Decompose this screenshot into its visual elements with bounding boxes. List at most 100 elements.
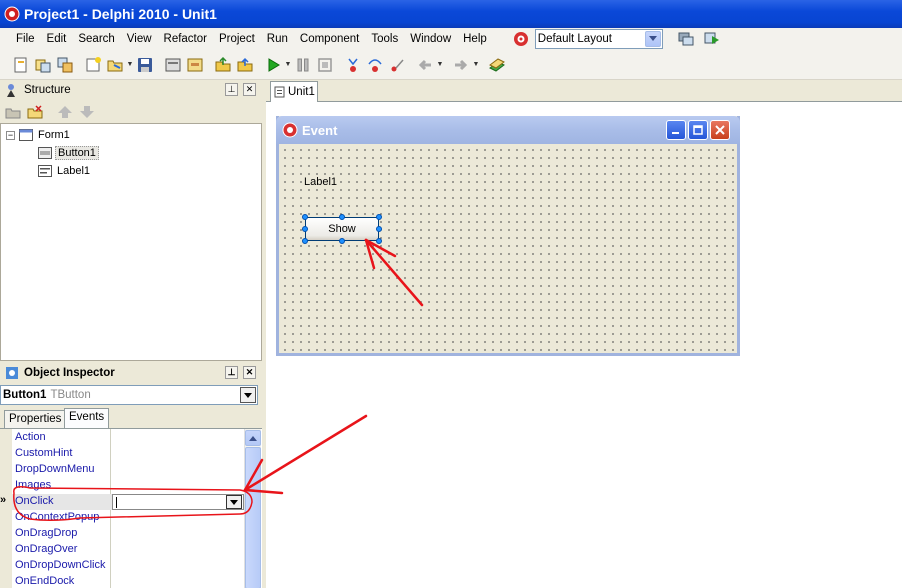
- event-row-dropdownmenu[interactable]: DropDownMenu: [12, 462, 244, 478]
- resize-handle[interactable]: [302, 214, 308, 220]
- resize-handle[interactable]: [302, 238, 308, 244]
- menu-view[interactable]: View: [121, 29, 158, 49]
- event-row-onenddock[interactable]: OnEndDock: [12, 574, 244, 588]
- tree-node-label1[interactable]: Label1: [38, 163, 92, 179]
- event-row-onclick[interactable]: OnClick: [12, 494, 244, 510]
- close-icon[interactable]: ✕: [243, 83, 256, 96]
- remove-from-project-icon[interactable]: [184, 54, 206, 76]
- project-manager-icon[interactable]: [162, 54, 184, 76]
- save-desktop-icon[interactable]: [677, 30, 695, 48]
- event-name: Images: [15, 479, 52, 491]
- menu-component[interactable]: Component: [294, 29, 365, 49]
- component-selector[interactable]: Button1 TButton: [0, 385, 258, 405]
- form-design-surface[interactable]: Label1 Show: [279, 144, 737, 353]
- close-icon[interactable]: ✕: [243, 366, 256, 379]
- close-icon[interactable]: [710, 120, 730, 140]
- tab-events[interactable]: Events: [64, 408, 110, 428]
- collapse-icon[interactable]: −: [6, 130, 15, 140]
- pin-icon[interactable]: ⊥: [225, 366, 238, 379]
- event-row-customhint[interactable]: CustomHint: [12, 446, 244, 462]
- add-to-project-icon[interactable]: [212, 54, 234, 76]
- maximize-icon[interactable]: [688, 120, 708, 140]
- save-icon[interactable]: [134, 54, 156, 76]
- form-label1[interactable]: Label1: [303, 176, 339, 188]
- open-project-icon[interactable]: [32, 54, 54, 76]
- inspector-tabs: Properties Events: [0, 408, 262, 428]
- trace-into-icon[interactable]: [342, 54, 364, 76]
- event-row-images[interactable]: Images: [12, 478, 244, 494]
- tree-node-label: Button1: [55, 146, 99, 160]
- delete-icon[interactable]: [24, 103, 46, 121]
- menu-tools[interactable]: Tools: [365, 29, 404, 49]
- resize-handle[interactable]: [376, 226, 382, 232]
- set-debug-desktop-icon[interactable]: [703, 30, 721, 48]
- new-folder-icon[interactable]: [2, 103, 24, 121]
- chevron-down-icon[interactable]: [644, 31, 661, 47]
- structure-header: Structure ⊥ ✕: [0, 80, 262, 100]
- forward-arrow-icon[interactable]: [450, 54, 472, 76]
- event-name: OnClick: [15, 495, 54, 507]
- event-row-ondropdownclick[interactable]: OnDropDownClick: [12, 558, 244, 574]
- chevron-down-icon[interactable]: ▼: [472, 61, 480, 68]
- run-icon[interactable]: [262, 54, 284, 76]
- window-titlebar[interactable]: Project1 - Delphi 2010 - Unit1: [0, 0, 902, 28]
- tab-properties[interactable]: Properties: [4, 410, 67, 428]
- tab-unit1[interactable]: Unit1: [270, 81, 318, 102]
- resize-handle[interactable]: [339, 238, 345, 244]
- move-down-icon[interactable]: [76, 103, 98, 121]
- stop-icon[interactable]: [314, 54, 336, 76]
- tree-node-label: Form1: [38, 129, 70, 141]
- form-icon: [19, 129, 33, 141]
- menu-file[interactable]: File: [10, 29, 41, 49]
- event-row-action[interactable]: Action: [12, 430, 244, 446]
- resize-handle[interactable]: [376, 214, 382, 220]
- back-arrow-icon[interactable]: [414, 54, 436, 76]
- text-caret: [116, 497, 117, 508]
- event-row-ondragover[interactable]: OnDragOver: [12, 542, 244, 558]
- resize-handle[interactable]: [302, 226, 308, 232]
- run-to-cursor-icon[interactable]: [386, 54, 408, 76]
- tree-node-button1[interactable]: Button1: [38, 145, 99, 161]
- form-titlebar[interactable]: Event: [276, 116, 740, 144]
- delphi-logo-icon: [282, 122, 298, 138]
- help-globe-icon[interactable]: [513, 31, 529, 47]
- menu-refactor[interactable]: Refactor: [158, 29, 213, 49]
- grid-scrollbar[interactable]: [244, 429, 261, 588]
- scroll-up-icon[interactable]: [245, 430, 261, 446]
- save-all-icon[interactable]: [54, 54, 76, 76]
- resize-handle[interactable]: [339, 214, 345, 220]
- event-row-oncontextpopup[interactable]: OnContextPopup: [12, 510, 244, 526]
- designer-form[interactable]: Event Label1 Show: [276, 116, 740, 356]
- scroll-thumb[interactable]: [245, 447, 261, 588]
- structure-title: Structure: [24, 84, 71, 96]
- pause-icon[interactable]: [292, 54, 314, 76]
- chevron-down-icon[interactable]: ▼: [284, 61, 292, 68]
- structure-toolbar: [0, 102, 262, 122]
- new-form-icon[interactable]: [82, 54, 104, 76]
- event-row-ondragdrop[interactable]: OnDragDrop: [12, 526, 244, 542]
- menu-edit[interactable]: Edit: [41, 29, 73, 49]
- component-name: Button1: [3, 389, 47, 401]
- resize-handle[interactable]: [376, 238, 382, 244]
- chevron-down-icon[interactable]: ▼: [126, 61, 134, 68]
- menu-help[interactable]: Help: [457, 29, 493, 49]
- minimize-icon[interactable]: [666, 120, 686, 140]
- move-up-icon[interactable]: [54, 103, 76, 121]
- tree-node-form1[interactable]: − Form1: [6, 127, 72, 143]
- chevron-down-icon[interactable]: ▼: [436, 61, 444, 68]
- chevron-down-icon[interactable]: [226, 495, 242, 509]
- toggle-form-unit-icon[interactable]: [234, 54, 256, 76]
- pin-icon[interactable]: ⊥: [225, 83, 238, 96]
- chevron-down-icon[interactable]: [240, 387, 256, 403]
- menu-project[interactable]: Project: [213, 29, 261, 49]
- menu-window[interactable]: Window: [404, 29, 457, 49]
- menu-search[interactable]: Search: [72, 29, 120, 49]
- new-items-icon[interactable]: [10, 54, 32, 76]
- main-toolbar: ▼ ▼ ▼ ▼: [0, 50, 902, 80]
- menu-run[interactable]: Run: [261, 29, 294, 49]
- step-over-icon[interactable]: [364, 54, 386, 76]
- onclick-value-input[interactable]: [112, 494, 244, 510]
- help-book-icon[interactable]: [486, 54, 508, 76]
- open-file-icon[interactable]: [104, 54, 126, 76]
- layout-combo[interactable]: Default Layout: [534, 29, 663, 49]
